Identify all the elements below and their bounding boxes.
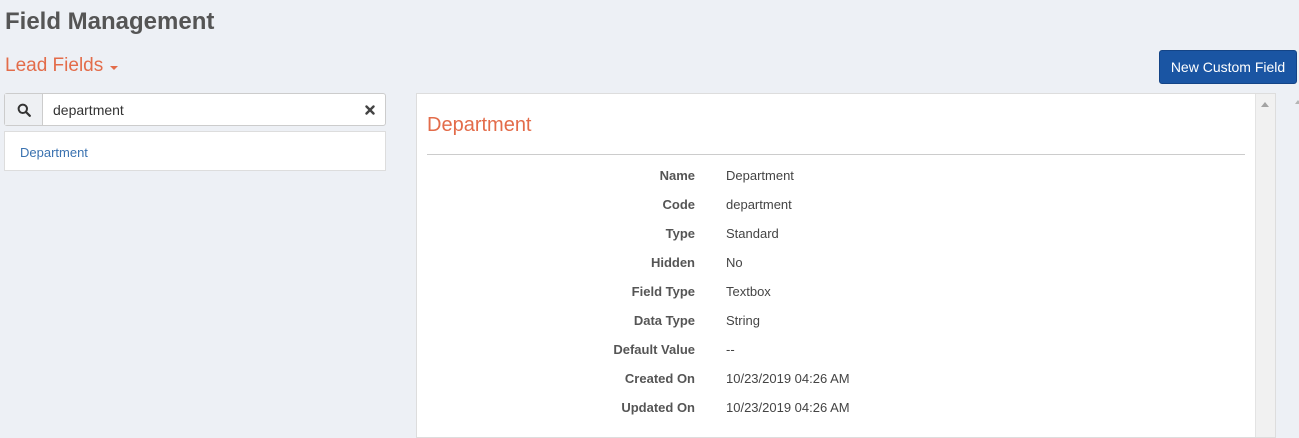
property-row: Hidden No [417, 255, 1247, 275]
field-detail-panel: Department Name Department Code departme… [416, 93, 1276, 438]
property-row: Type Standard [417, 226, 1247, 246]
property-label: Type [665, 226, 695, 241]
detail-scrollbar[interactable] [1255, 94, 1275, 437]
property-label: Name [659, 168, 695, 183]
property-value: Standard [726, 226, 779, 241]
property-row: Field Type Textbox [417, 284, 1247, 304]
property-label: Field Type [631, 284, 695, 299]
search-input[interactable] [43, 94, 355, 125]
property-label: Code [662, 197, 696, 212]
property-label: Default Value [613, 342, 695, 357]
property-value: String [726, 313, 760, 328]
lead-fields-dropdown[interactable]: Lead Fields [5, 55, 119, 77]
property-value: Department [726, 168, 794, 183]
new-custom-field-button[interactable]: New Custom Field [1159, 50, 1297, 84]
caret-down-icon [110, 65, 119, 70]
search-icon [5, 94, 43, 125]
field-result-list: Department [4, 131, 386, 171]
property-label: Hidden [650, 255, 695, 270]
clear-search-icon[interactable] [355, 94, 385, 125]
list-item[interactable]: Department [5, 132, 385, 173]
property-label: Updated On [621, 400, 695, 415]
property-value: -- [726, 342, 735, 357]
property-row: Data Type String [417, 313, 1247, 333]
property-label: Created On [624, 371, 695, 386]
property-value: Textbox [726, 284, 771, 299]
property-value: department [726, 197, 792, 212]
field-search [4, 93, 386, 126]
property-value: No [726, 255, 743, 270]
property-value: 10/23/2019 04:26 AM [726, 400, 850, 415]
page-title: Field Management [5, 8, 215, 35]
detail-title: Department [427, 114, 532, 136]
property-row: Default Value -- [417, 342, 1247, 362]
scroll-up-icon[interactable] [1261, 102, 1269, 107]
page-scroll-up-icon[interactable] [1295, 100, 1299, 104]
lead-fields-label: Lead Fields [5, 55, 104, 76]
property-row: Updated On 10/23/2019 04:26 AM [417, 400, 1247, 420]
property-row: Created On 10/23/2019 04:26 AM [417, 371, 1247, 391]
property-row: Code department [417, 197, 1247, 217]
property-value: 10/23/2019 04:26 AM [726, 371, 850, 386]
divider [427, 154, 1245, 155]
property-row: Name Department [417, 168, 1247, 188]
property-label: Data Type [633, 313, 695, 328]
